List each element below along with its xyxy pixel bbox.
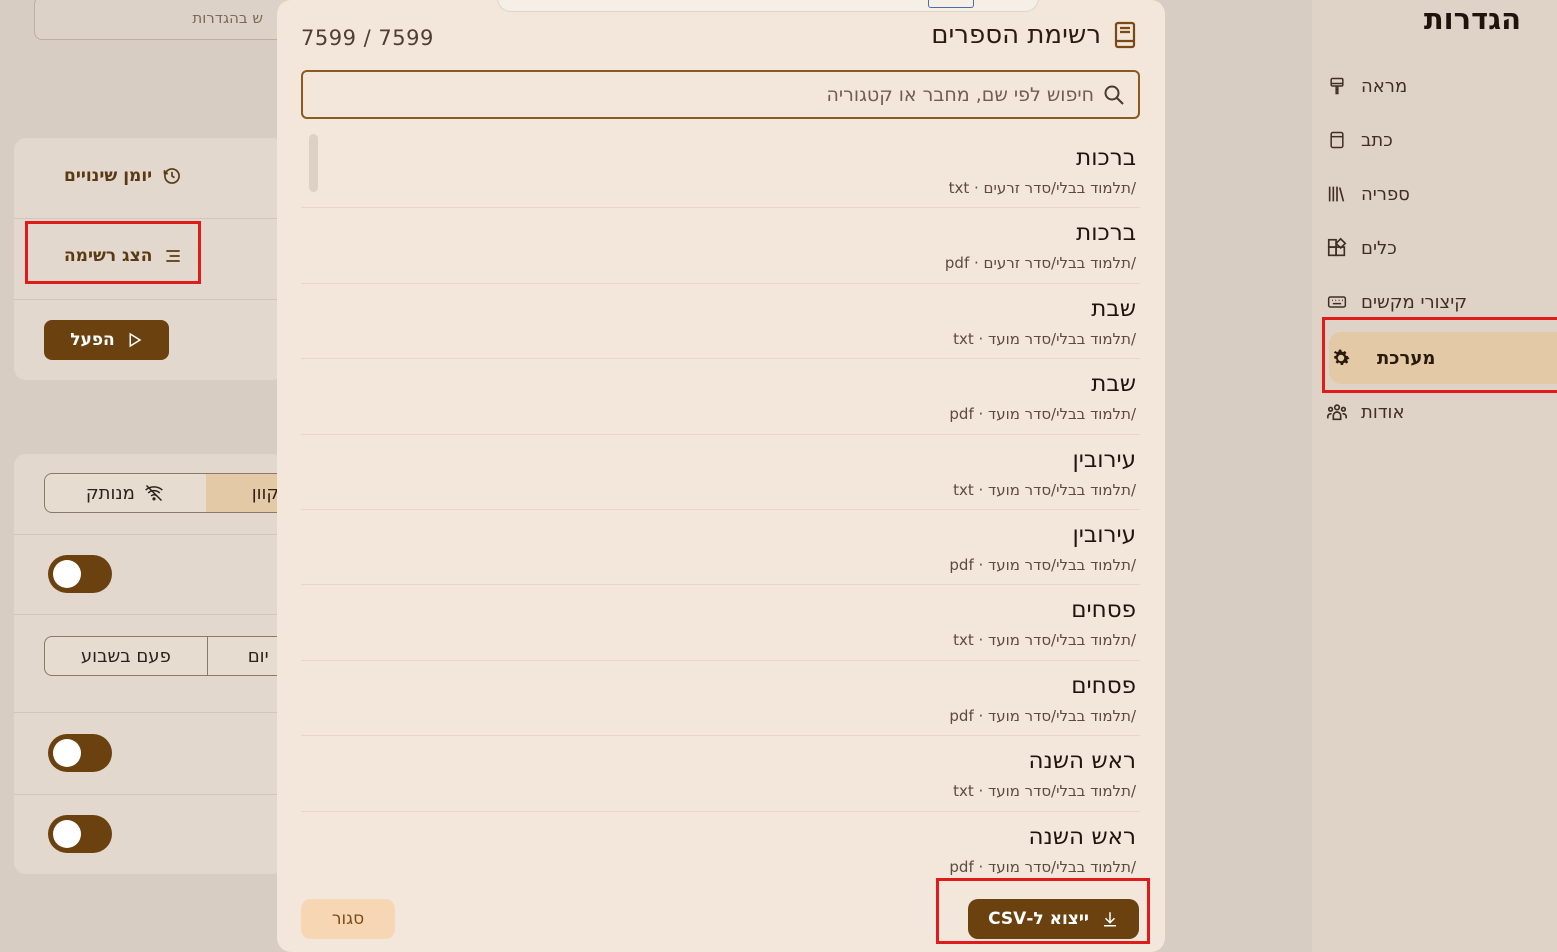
sidebar-item-tools[interactable]: כלים [1325,226,1545,270]
sidebar-item-label: אודות [1361,401,1405,423]
export-csv-label: ייצוא ל-CSV [988,909,1089,929]
freq-daily-label: יום [247,645,269,667]
download-icon [1103,912,1116,927]
book-name: עירובין [1072,446,1137,473]
sidebar-item-appearance[interactable]: מראה [1325,64,1545,108]
book-list-item[interactable]: ברכות/תלמוד בבלי/סדר זרעים · txt [301,133,1140,209]
play-icon [129,332,142,348]
keyboard-icon [1325,290,1349,314]
widgets-icon [1325,236,1349,260]
book-list-item[interactable]: שבת/תלמוד בבלי/סדר מועד · pdf [301,359,1140,435]
book-list-item[interactable]: עירובין/תלמוד בבלי/סדר מועד · pdf [301,510,1140,586]
history-icon [163,168,181,184]
mode-offline-option[interactable]: מנותק [45,474,206,512]
sidebar-item-system[interactable]: מערכת [1329,332,1557,384]
book-search-input[interactable] [303,72,1094,117]
dialog-title-text: רשימת הספרים [931,20,1101,50]
book-list-item[interactable]: עירובין/תלמוד בבלי/סדר מועד · txt [301,435,1140,510]
book-name: עירובין [1072,521,1137,548]
sidebar-item-label: מראה [1361,75,1408,97]
library-icon [1325,182,1349,206]
paintbrush-icon [1325,74,1349,98]
top-popup-edge [497,0,1039,12]
changelog-link[interactable]: יומן שינויים [64,166,182,186]
book-path: /תלמוד בבלי/סדר מועד · txt [953,631,1136,650]
notebook-icon [1325,128,1349,152]
book-search-field[interactable] [301,70,1140,119]
setting-toggle-3[interactable] [48,815,112,853]
show-list-label: הצג רשימה [64,246,153,266]
sidebar-item-label: קיצורי מקשים [1361,291,1468,313]
dialog-title: רשימת הספרים [931,20,1137,50]
book-icon [1114,21,1136,49]
book-list-item[interactable]: ברכות/תלמוד בבלי/סדר זרעים · pdf [301,208,1140,284]
freq-weekly-label: פעם בשבוע [80,645,171,667]
list-scrollbar[interactable] [309,134,318,192]
sidebar-item-font[interactable]: כתב [1325,118,1545,162]
settings-search-input[interactable]: ש בהגדרות [34,0,294,40]
book-name: ברכות [1076,145,1136,171]
mode-online-label: קוון [251,482,280,504]
wifi-off-icon [144,484,163,502]
book-list-dialog: רשימת הספרים 7599 / 7599 ברכות/תלמוד בבל… [277,0,1165,952]
book-path: /תלמוד בבלי/סדר זרעים · txt [948,179,1136,197]
book-list-item[interactable]: פסחים/תלמוד בבלי/סדר מועד · pdf [301,661,1140,737]
book-path: /תלמוד בבלי/סדר מועד · pdf [949,405,1136,424]
book-name: פסחים [1071,672,1136,699]
search-icon [1104,85,1124,105]
book-name: ראש השנה [1028,748,1136,775]
people-icon [1325,400,1349,424]
results-count: 7599 / 7599 [301,26,434,50]
setting-toggle-1[interactable] [48,555,112,593]
close-button[interactable]: סגור [301,899,395,939]
book-list-item[interactable]: ראש השנה/תלמוד בבלי/סדר מועד · txt [301,736,1140,812]
gear-icon [1329,346,1353,370]
sidebar-item-label: כתב [1361,129,1393,151]
book-list-item[interactable]: ראש השנה/תלמוד בבלי/סדר מועד · pdf [301,812,1140,878]
book-name: שבת [1091,371,1136,398]
book-list-item[interactable]: שבת/תלמוד בבלי/סדר מועד · txt [301,284,1140,360]
book-name: פסחים [1071,597,1136,624]
settings-sidebar: הגדרות מראה כתב ספריה כלים קיצורי מקשים [1312,0,1557,952]
run-label: הפעל [70,330,115,350]
sidebar-item-label: ספריה [1361,183,1410,205]
book-path: /תלמוד בבלי/סדר מועד · txt [953,329,1136,348]
sidebar-item-about[interactable]: אודות [1325,390,1545,434]
book-path: /תלמוד בבלי/סדר מועד · pdf [949,857,1136,876]
actions-panel: יומן שינויים הצג רשימה הפעל [14,138,284,380]
sidebar-item-library[interactable]: ספריה [1325,172,1545,216]
book-list-item[interactable]: פסחים/תלמוד בבלי/סדר מועד · txt [301,585,1140,661]
list-icon [166,250,181,262]
book-path: /תלמוד בבלי/סדר מועד · pdf [949,706,1136,725]
settings-panel: מנותק קוון פעם בשבוע יום [14,454,344,874]
book-path: /תלמוד בבלי/סדר מועד · txt [953,782,1136,801]
sidebar-item-label: מערכת [1377,347,1436,369]
book-path: /תלמוד בבלי/סדר זרעים · pdf [944,254,1136,273]
sidebar-title: הגדרות [1423,2,1521,36]
export-csv-button[interactable]: ייצוא ל-CSV [968,899,1139,939]
run-button[interactable]: הפעל [44,320,169,360]
book-name: שבת [1091,295,1136,322]
freq-weekly-option[interactable]: פעם בשבוע [45,637,208,675]
sidebar-item-shortcuts[interactable]: קיצורי מקשים [1325,280,1545,324]
book-name: ראש השנה [1028,823,1136,850]
book-path: /תלמוד בבלי/סדר מועד · txt [953,480,1136,499]
book-list[interactable]: ברכות/תלמוד בבלי/סדר זרעים · txt ברכות/תל… [301,133,1140,878]
book-path: /תלמוד בבלי/סדר מועד · pdf [949,555,1136,574]
show-list-button[interactable]: הצג רשימה [64,246,184,266]
changelog-label: יומן שינויים [64,166,153,186]
sidebar-item-label: כלים [1361,237,1397,259]
book-name: ברכות [1076,220,1136,247]
mode-offline-label: מנותק [85,482,135,504]
setting-toggle-2[interactable] [48,734,112,772]
